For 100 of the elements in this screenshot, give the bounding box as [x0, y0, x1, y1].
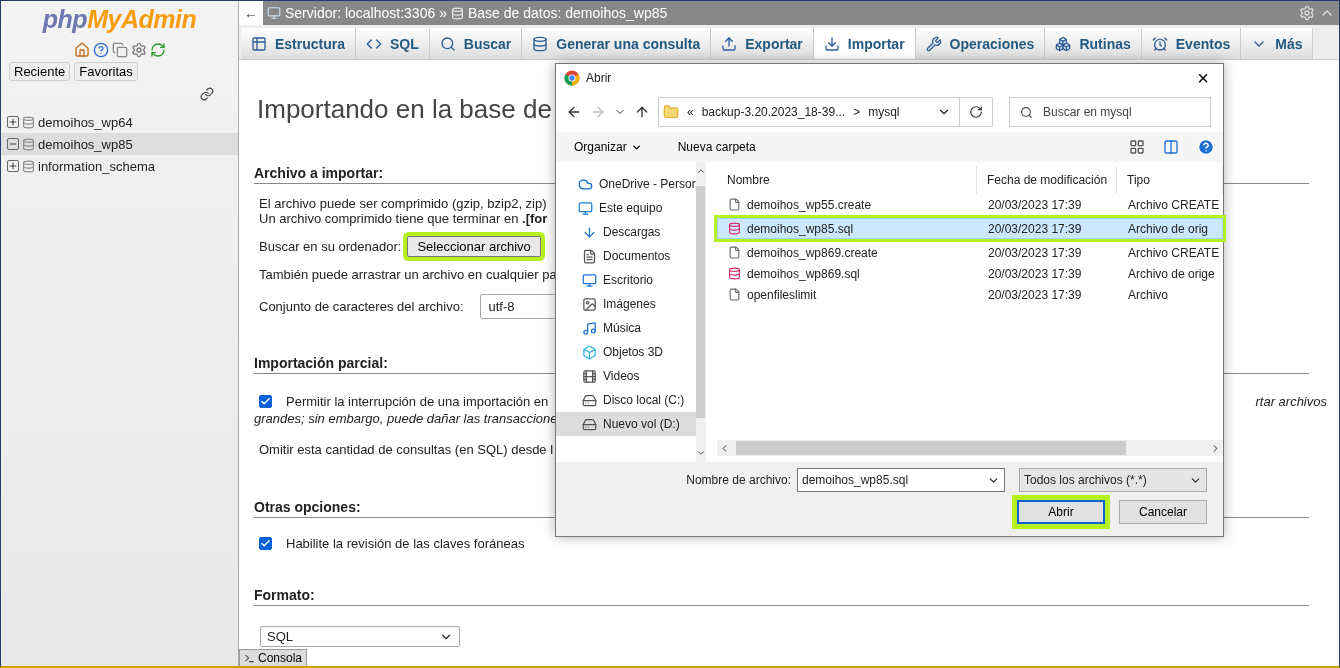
- view-options-icon[interactable]: [1129, 139, 1145, 155]
- format-select[interactable]: SQL: [260, 626, 460, 647]
- sql-file-icon: [728, 267, 741, 280]
- checkbox[interactable]: [259, 537, 272, 550]
- address-bar[interactable]: « backup-3.20.2023_18-39... > mysql: [658, 97, 960, 127]
- database-link[interactable]: Base de datos: demoihos_wp85: [468, 5, 668, 21]
- close-button[interactable]: ×: [1183, 64, 1223, 92]
- file-row[interactable]: demoihos_wp55.create 20/03/2023 17:39 Archivo CREATE: [717, 194, 1223, 215]
- expand-icon[interactable]: [7, 160, 19, 172]
- file-row[interactable]: demoihos_wp85.sql 20/03/2023 17:39 Archivo de orig: [717, 218, 1223, 239]
- nav-item[interactable]: Documentos: [556, 244, 696, 268]
- refresh-button[interactable]: [959, 97, 993, 127]
- drive-icon: [582, 392, 597, 408]
- sidebar-button[interactable]: Reciente: [9, 62, 71, 81]
- import-icon: [823, 35, 840, 52]
- column-header[interactable]: Nombre: [717, 166, 977, 194]
- console-tab[interactable]: Consola: [239, 649, 308, 666]
- tab[interactable]: Eventos: [1141, 28, 1242, 59]
- console-icon: [244, 652, 255, 664]
- column-header[interactable]: Tipo: [1117, 166, 1223, 194]
- file-icon: [728, 288, 741, 301]
- scroll-down-icon: [695, 448, 706, 458]
- objects-icon: [582, 344, 597, 360]
- home-icon[interactable]: [73, 42, 90, 58]
- dialog-button[interactable]: Cancelar: [1119, 500, 1207, 524]
- help-icon[interactable]: [92, 42, 109, 58]
- back-button[interactable]: [566, 104, 582, 120]
- back-button[interactable]: ←: [239, 1, 263, 25]
- file-type-select[interactable]: Todos los archivos (*.*): [1019, 468, 1207, 492]
- database-icon: [22, 137, 35, 151]
- documents-icon[interactable]: [111, 42, 128, 58]
- music-icon: [582, 320, 597, 336]
- documents-icon: [582, 248, 597, 264]
- organize-menu[interactable]: Organizar: [574, 140, 642, 154]
- database-icon: [451, 6, 464, 20]
- browser-logo-icon: [564, 70, 580, 86]
- structure-icon: [251, 35, 267, 52]
- drive-icon: [582, 416, 597, 432]
- file-row[interactable]: openfileslimit 20/03/2023 17:39 Archivo: [717, 284, 1223, 305]
- note-text: Un archivo comprimido tiene que terminar en .[for: [259, 211, 548, 226]
- tab[interactable]: Operaciones: [915, 28, 1046, 59]
- tab[interactable]: Importar: [813, 28, 916, 59]
- routines-icon: [1055, 35, 1072, 52]
- tab[interactable]: Rutinas: [1045, 28, 1142, 59]
- database-item[interactable]: demoihos_wp85: [1, 133, 238, 155]
- database-item[interactable]: demoihos_wp64: [1, 111, 238, 133]
- nav-item[interactable]: Este equipo: [556, 196, 696, 220]
- tab[interactable]: Generar una consulta: [522, 28, 712, 59]
- expand-icon[interactable]: [7, 116, 19, 128]
- file-row[interactable]: demoihos_wp869.sql 20/03/2023 17:39 Archivo de orige: [717, 263, 1223, 284]
- database-item[interactable]: information_schema: [1, 155, 238, 177]
- server-icon: [267, 6, 281, 20]
- reload-icon[interactable]: [149, 42, 166, 58]
- videos-icon: [582, 368, 597, 384]
- file-icon: [728, 198, 741, 211]
- clock-icon: [1151, 35, 1168, 52]
- tab[interactable]: Buscar: [429, 28, 523, 59]
- scroll-up-icon: [695, 166, 706, 176]
- search-icon: [439, 35, 456, 52]
- new-folder-button[interactable]: Nueva carpeta: [677, 140, 756, 154]
- nav-item[interactable]: Disco local (C:): [556, 388, 696, 412]
- download-icon: [582, 224, 597, 240]
- search-field[interactable]: Buscar en mysql: [1009, 97, 1211, 127]
- nav-item[interactable]: Escritorio: [556, 268, 696, 292]
- field-label: Nombre de archivo:: [686, 473, 791, 487]
- computer-icon: [578, 200, 593, 216]
- filename-field[interactable]: demoihos_wp85.sql: [797, 468, 1005, 492]
- sidebar-button[interactable]: Favoritas: [74, 62, 138, 81]
- preview-pane-icon[interactable]: [1163, 139, 1179, 155]
- field-label: Buscar en su ordenador:: [259, 239, 402, 254]
- tab[interactable]: SQL: [356, 28, 430, 59]
- settings-icon[interactable]: [130, 42, 147, 58]
- check-icon: [260, 396, 271, 407]
- column-header[interactable]: Fecha de modificación: [977, 166, 1117, 194]
- tab[interactable]: Más: [1241, 28, 1314, 59]
- up-button[interactable]: [634, 104, 650, 120]
- scrollbar[interactable]: [695, 162, 706, 462]
- nav-item[interactable]: Nuevo vol (D:): [556, 412, 696, 436]
- note-text: El archivo puede ser comprimido (gzip, bzip2, zip): [259, 196, 547, 211]
- checkbox[interactable]: [259, 395, 272, 408]
- check-icon: [260, 538, 271, 549]
- file-row[interactable]: demoihos_wp869.create 20/03/2023 17:39 Archivo CREATE: [717, 242, 1223, 263]
- file-icon: [728, 246, 741, 259]
- link-icon[interactable]: [200, 87, 214, 101]
- database-icon: [22, 115, 35, 129]
- field-label: Omitir esta cantidad de consultas (en SQL) desde l: [259, 442, 554, 457]
- collapse-icon[interactable]: [7, 138, 19, 150]
- note-text: rtar archivos: [1255, 394, 1327, 409]
- tab[interactable]: Estructura: [241, 28, 357, 59]
- tab[interactable]: Exportar: [711, 28, 814, 59]
- nav-item[interactable]: Música: [556, 316, 696, 340]
- search-icon: [1020, 105, 1033, 119]
- breadcrumb-separator: »: [439, 5, 447, 21]
- database-icon: [22, 159, 35, 173]
- cloud-icon: [578, 176, 593, 192]
- nav-item[interactable]: Descargas: [556, 220, 696, 244]
- server-link[interactable]: Servidor: localhost:3306: [285, 5, 436, 21]
- checkbox-label: Permitir la interrupción de una importación en: [286, 394, 549, 409]
- dialog-title: Abrir: [586, 71, 612, 85]
- scrollbar[interactable]: [717, 440, 1223, 456]
